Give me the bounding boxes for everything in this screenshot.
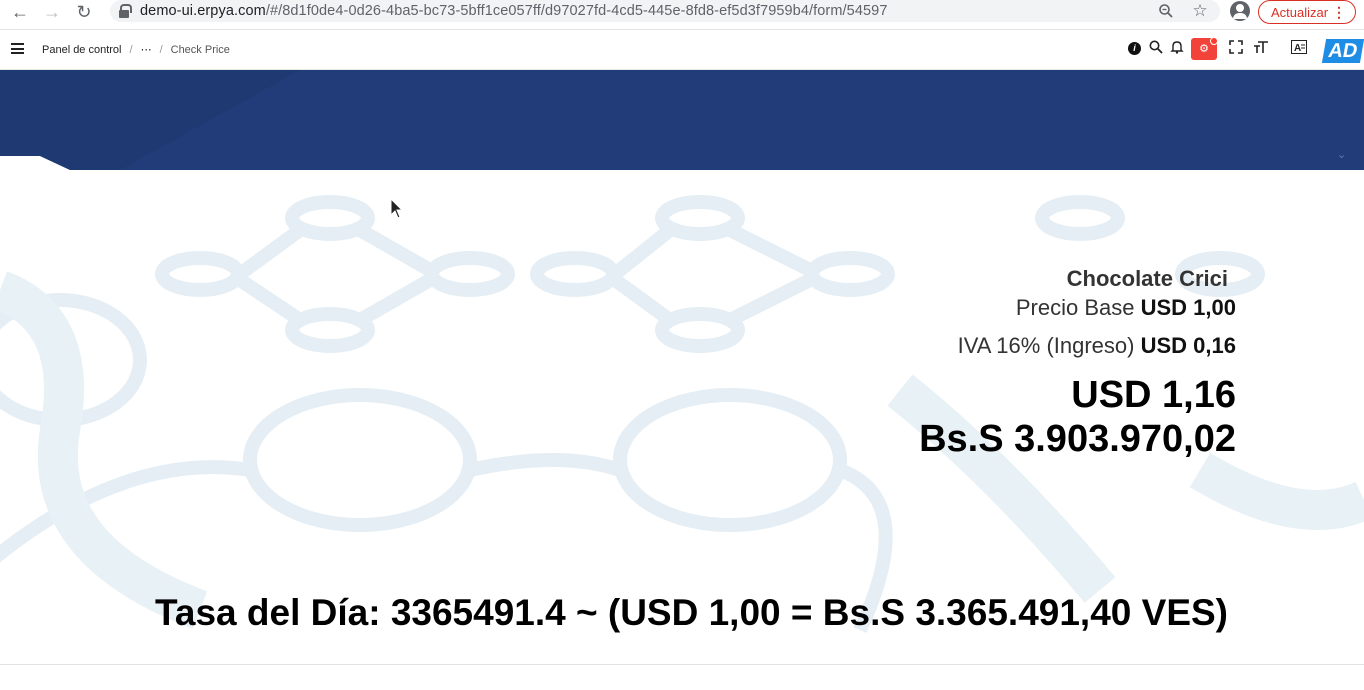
browser-toolbar: ← → ↻ demo-ui.erpya.com/#/8d1f0de4-0d26-… xyxy=(0,0,1364,30)
forward-icon[interactable]: → xyxy=(40,0,64,24)
svg-text:A: A xyxy=(1294,43,1301,54)
tax-label: IVA 16% (Ingreso) xyxy=(957,333,1135,358)
chevron-down-icon[interactable]: ⌄ xyxy=(1337,148,1346,161)
total-usd: USD 1,16 xyxy=(1071,374,1236,416)
lock-icon[interactable] xyxy=(118,4,132,18)
reload-icon[interactable]: ↻ xyxy=(72,0,96,24)
info-icon[interactable]: i xyxy=(1128,42,1141,55)
exchange-rate-text: Tasa del Día: 3365491.4 ~ (USD 1,00 = Bs… xyxy=(155,592,1228,633)
base-price-line: Precio Base USD 1,00 xyxy=(919,295,1236,321)
bug-icon[interactable]: ⚙ xyxy=(1191,37,1218,60)
profile-icon[interactable] xyxy=(1230,1,1250,21)
text-size-icon[interactable] xyxy=(1252,38,1270,60)
bookmark-star-icon[interactable]: ☆ xyxy=(1192,2,1208,19)
update-button[interactable]: Actualizar ⋮ xyxy=(1258,0,1356,24)
breadcrumb-separator: / xyxy=(129,43,133,56)
breadcrumb-current: Check Price xyxy=(170,43,230,56)
breadcrumb-separator: / xyxy=(159,43,163,56)
product-name: Chocolate Crici xyxy=(1066,266,1228,291)
breadcrumb: Panel de control / ⋯ / Check Price xyxy=(42,43,230,57)
tax-value: USD 0,16 xyxy=(1140,333,1236,358)
menu-icon[interactable] xyxy=(11,43,24,54)
zoom-icon[interactable] xyxy=(1158,3,1174,19)
price-summary: Chocolate Crici Precio Base USD 1,00 IVA… xyxy=(919,266,1236,461)
check-price-panel: Chocolate Crici Precio Base USD 1,00 IVA… xyxy=(0,170,1364,664)
more-vert-icon[interactable]: ⋮ xyxy=(1332,4,1346,20)
base-price-label: Precio Base xyxy=(1015,295,1135,320)
back-icon[interactable]: ← xyxy=(8,0,32,24)
fullscreen-icon[interactable] xyxy=(1227,38,1245,60)
total-ves: Bs.S 3.903.970,02 xyxy=(919,418,1236,460)
avatar[interactable]: AD xyxy=(1321,39,1364,63)
tax-line: IVA 16% (Ingreso) USD 0,16 xyxy=(919,333,1236,359)
breadcrumb-ellipsis[interactable]: ⋯ xyxy=(141,43,152,56)
header-banner: ⌄ xyxy=(0,70,1364,170)
search-icon[interactable] xyxy=(1147,38,1165,60)
base-price-value: USD 1,00 xyxy=(1140,295,1236,320)
breadcrumb-home[interactable]: Panel de control xyxy=(42,44,122,56)
banner-decoration xyxy=(0,70,1364,170)
bell-icon[interactable] xyxy=(1168,38,1186,60)
url-text[interactable]: demo-ui.erpya.com/#/8d1f0de4-0d26-4ba5-b… xyxy=(140,3,888,19)
address-bar[interactable]: demo-ui.erpya.com/#/8d1f0de4-0d26-4ba5-b… xyxy=(110,0,1220,22)
translate-icon[interactable]: A xyxy=(1290,38,1308,60)
mouse-cursor-icon xyxy=(390,198,404,219)
update-label: Actualizar xyxy=(1271,4,1329,20)
footer-divider xyxy=(0,664,1364,690)
